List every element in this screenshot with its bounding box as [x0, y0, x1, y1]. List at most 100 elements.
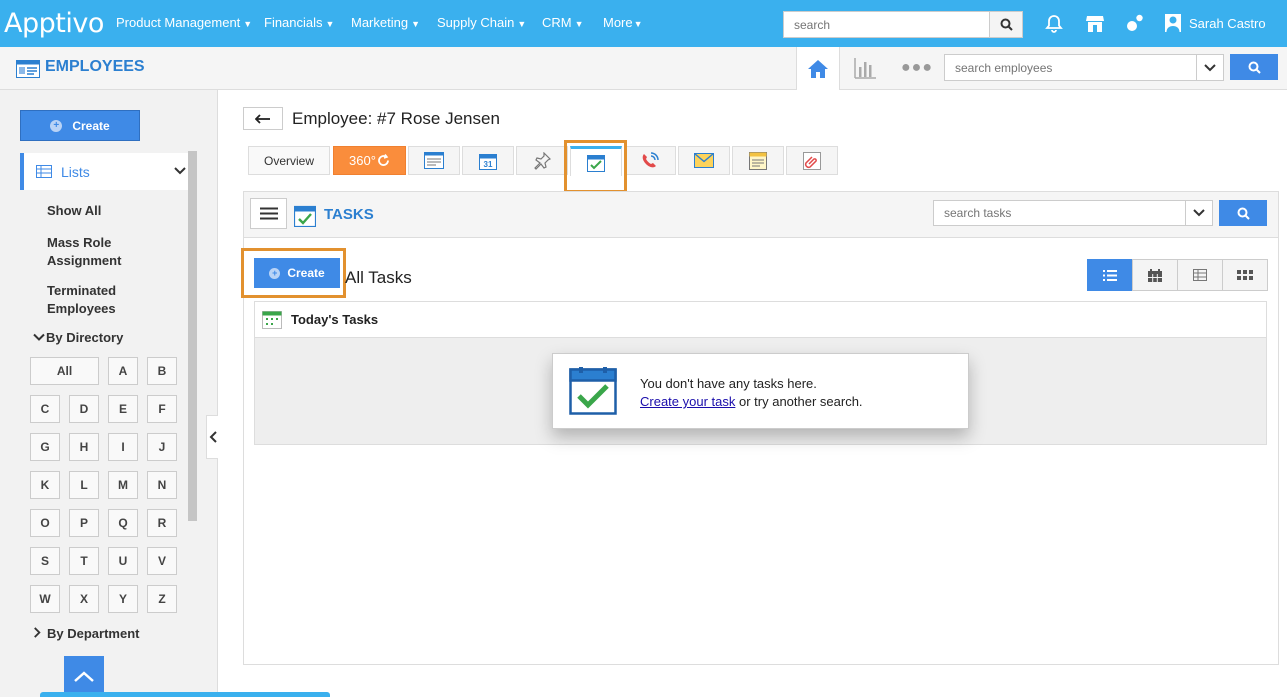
view-kanban-button[interactable]: [1222, 259, 1268, 291]
directory-letter[interactable]: E: [108, 395, 138, 423]
tab-tasks[interactable]: [570, 146, 622, 176]
menu-financials[interactable]: Financials ▼: [264, 15, 334, 30]
left-sidebar: + Create Lists Show All Mass Role Assign…: [0, 90, 218, 697]
directory-letter[interactable]: J: [147, 433, 177, 461]
directory-letter[interactable]: T: [69, 547, 99, 575]
directory-filter-all[interactable]: All: [30, 357, 99, 385]
lists-toggle[interactable]: Lists: [20, 153, 188, 190]
employee-search-dropdown[interactable]: [1196, 55, 1223, 80]
chevron-down-icon: [174, 167, 186, 175]
module-header-bar: EMPLOYEES ●●●: [0, 47, 1287, 90]
tab-details[interactable]: [408, 146, 460, 175]
directory-letter[interactable]: O: [30, 509, 60, 537]
menu-marketing[interactable]: Marketing ▼: [351, 15, 420, 30]
sidebar-link-mass-role-assignment[interactable]: Mass Role Assignment: [47, 234, 157, 270]
top-navigation-bar: Apptivo Product Management ▼ Financials ▼ …: [0, 0, 1287, 47]
task-search-dropdown[interactable]: [1185, 201, 1212, 225]
view-table-button[interactable]: [1177, 259, 1223, 291]
directory-letter[interactable]: A: [108, 357, 138, 385]
directory-letter[interactable]: H: [69, 433, 99, 461]
sidebar-link-terminated-employees[interactable]: Terminated Employees: [47, 282, 147, 318]
todays-tasks-header: [254, 301, 1267, 338]
directory-letter[interactable]: Q: [108, 509, 138, 537]
employee-search-button[interactable]: [1230, 54, 1278, 80]
more-options-icon[interactable]: ●●●: [901, 59, 933, 77]
menu-supply-chain[interactable]: Supply Chain ▼: [437, 15, 526, 30]
view-list-button[interactable]: [1087, 259, 1133, 291]
all-tasks-title: All Tasks: [345, 268, 412, 287]
directory-letter[interactable]: L: [69, 471, 99, 499]
search-icon: [1248, 61, 1261, 74]
task-search-button[interactable]: [1219, 200, 1267, 226]
directory-letter[interactable]: Y: [108, 585, 138, 613]
directory-letter[interactable]: G: [30, 433, 60, 461]
tab-notes[interactable]: [732, 146, 784, 175]
directory-letter[interactable]: F: [147, 395, 177, 423]
home-button[interactable]: [796, 47, 840, 90]
directory-letter[interactable]: P: [69, 509, 99, 537]
scroll-up-button[interactable]: [64, 656, 104, 697]
chevron-up-icon: [74, 670, 94, 682]
tasks-module-icon: [294, 205, 316, 227]
create-task-button[interactable]: + Create: [254, 258, 340, 288]
directory-letter[interactable]: M: [108, 471, 138, 499]
collapse-sidebar-button[interactable]: [206, 415, 218, 459]
employee-search-input[interactable]: [945, 55, 1185, 80]
tab-360[interactable]: 360°: [333, 146, 406, 175]
employee-id-card-icon: [16, 60, 40, 78]
notes-icon: [749, 151, 767, 170]
attachment-paperclip-icon: [803, 151, 821, 170]
calendar-icon: 31: [479, 153, 497, 170]
tab-emails[interactable]: [678, 146, 730, 175]
tab-calls[interactable]: [624, 146, 676, 175]
directory-letter[interactable]: B: [147, 357, 177, 385]
global-search-button[interactable]: [989, 12, 1022, 37]
chevron-right-icon: [34, 627, 41, 638]
dashboard-chart-button[interactable]: [853, 57, 877, 82]
global-search-input[interactable]: [784, 12, 989, 37]
search-icon: [1000, 18, 1013, 31]
task-search-input[interactable]: [934, 201, 1174, 225]
tab-calendar[interactable]: 31: [462, 146, 514, 175]
directory-letter[interactable]: K: [30, 471, 60, 499]
directory-letter[interactable]: C: [30, 395, 60, 423]
tab-pins[interactable]: [516, 146, 568, 175]
create-employee-button[interactable]: + Create: [20, 110, 140, 141]
plus-circle-icon: +: [50, 119, 63, 132]
notifications-bell-icon[interactable]: [1044, 13, 1064, 33]
hamburger-menu-icon: [259, 207, 278, 220]
directory-letter[interactable]: U: [108, 547, 138, 575]
create-your-task-link[interactable]: Create your task: [640, 394, 735, 409]
menu-more[interactable]: More▼: [603, 15, 643, 30]
sidebar-link-show-all[interactable]: Show All: [47, 202, 101, 220]
user-avatar-icon[interactable]: [1163, 13, 1183, 33]
directory-letter[interactable]: R: [147, 509, 177, 537]
directory-letter[interactable]: N: [147, 471, 177, 499]
form-details-icon: [424, 152, 444, 169]
view-calendar-button[interactable]: [1132, 259, 1178, 291]
tasks-menu-button[interactable]: [250, 198, 287, 229]
tab-overview[interactable]: Overview: [248, 146, 330, 175]
directory-letter[interactable]: W: [30, 585, 60, 613]
user-name-menu[interactable]: Sarah Castro: [1189, 16, 1266, 31]
connections-icon[interactable]: [1125, 13, 1145, 33]
calendar-view-icon: [1148, 268, 1162, 282]
menu-product-management[interactable]: Product Management ▼: [116, 15, 252, 30]
apptivo-logo[interactable]: Apptivo: [4, 8, 104, 39]
directory-letter[interactable]: V: [147, 547, 177, 575]
caret-down-icon: ▼: [517, 19, 527, 29]
bottom-status-strip: [40, 692, 330, 697]
tab-attachments[interactable]: [786, 146, 838, 175]
directory-letter[interactable]: D: [69, 395, 99, 423]
directory-letter[interactable]: Z: [147, 585, 177, 613]
store-icon[interactable]: [1085, 13, 1105, 33]
by-directory-toggle[interactable]: By Directory: [33, 330, 123, 345]
directory-letter[interactable]: S: [30, 547, 60, 575]
by-department-toggle[interactable]: By Department: [33, 626, 139, 641]
menu-crm[interactable]: CRM ▼: [542, 15, 584, 30]
directory-letter[interactable]: I: [108, 433, 138, 461]
back-button[interactable]: [243, 107, 283, 130]
sidebar-scrollbar[interactable]: [188, 151, 197, 521]
task-search-box: [933, 200, 1213, 226]
directory-letter[interactable]: X: [69, 585, 99, 613]
